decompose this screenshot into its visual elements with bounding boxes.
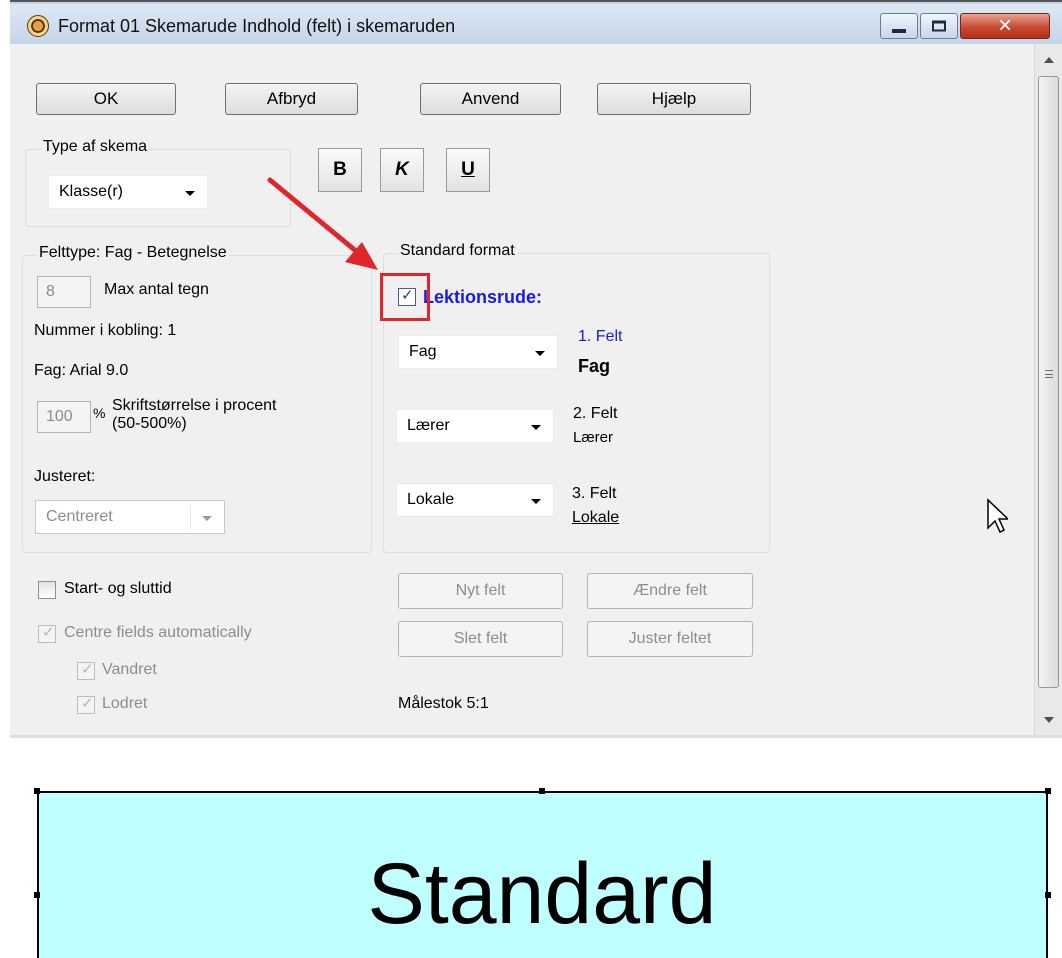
adjust-field-button[interactable]: Juster feltet xyxy=(587,621,753,657)
chevron-down-icon xyxy=(531,499,541,504)
checkmark-icon: ✓ xyxy=(81,694,94,712)
checkmark-icon: ✓ xyxy=(42,623,55,641)
delete-field-button[interactable]: Slet felt xyxy=(398,621,563,657)
alignment-label: Justeret: xyxy=(34,468,96,485)
scroll-up-button[interactable] xyxy=(1035,44,1062,74)
start-end-time-label: Start- og sluttid xyxy=(64,580,172,597)
resize-handle-top-right[interactable] xyxy=(1045,788,1051,794)
font-info-text: Fag: Arial 9.0 xyxy=(34,362,129,379)
scroll-down-button[interactable] xyxy=(1035,705,1062,735)
field-1-number: 1. Felt xyxy=(578,328,623,345)
vertical-scrollbar[interactable] xyxy=(1034,44,1062,735)
close-button[interactable]: ✕ xyxy=(960,13,1050,39)
field-2-select[interactable]: Lærer xyxy=(396,409,554,443)
font-size-percent-field[interactable]: 100 xyxy=(37,401,91,433)
ok-button[interactable]: OK xyxy=(36,83,176,115)
resize-handle-middle-right[interactable] xyxy=(1045,892,1051,898)
chevron-down-icon xyxy=(202,516,212,521)
change-field-button[interactable]: Ændre felt xyxy=(587,573,753,609)
field-3-number: 3. Felt xyxy=(572,485,617,502)
annotation-highlight-box xyxy=(380,273,430,321)
minimize-button[interactable] xyxy=(880,13,918,39)
schedule-type-select[interactable]: Klasse(r) xyxy=(48,175,208,209)
mouse-cursor-icon xyxy=(987,498,1008,534)
alignment-select: Centreret xyxy=(35,500,225,534)
help-button[interactable]: Hjælp xyxy=(597,83,751,115)
chevron-down-icon xyxy=(535,351,545,356)
font-size-label-line2: (50-500%) xyxy=(112,415,187,432)
bold-button[interactable]: B xyxy=(318,148,362,192)
arrow-up-icon xyxy=(1044,57,1054,63)
field-1-value: Fag xyxy=(409,343,437,360)
field-1-select[interactable]: Fag xyxy=(398,335,558,369)
horizontal-checkbox: ✓ xyxy=(77,660,95,680)
percent-sign: % xyxy=(93,405,106,421)
vertical-checkbox: ✓ xyxy=(77,694,95,714)
italic-button[interactable]: K xyxy=(380,148,424,192)
minimize-icon xyxy=(892,29,906,33)
underline-button[interactable]: U xyxy=(446,148,490,192)
cancel-button[interactable]: Afbryd xyxy=(225,83,358,115)
new-field-button[interactable]: Nyt felt xyxy=(398,573,563,609)
field-3-name: Lokale xyxy=(572,509,620,526)
field-type-title: Felttype: Fag - Betegnelse xyxy=(37,244,229,262)
max-chars-label: Max antal tegn xyxy=(104,281,209,298)
font-size-label: Skriftstørrelse i procent (50-500%) xyxy=(112,397,276,433)
field-3-value: Lokale xyxy=(407,491,455,508)
maximize-icon xyxy=(932,20,946,32)
resize-handle-top-left[interactable] xyxy=(34,788,40,794)
max-chars-field[interactable]: 8 xyxy=(37,276,91,308)
standard-format-title: Standard format xyxy=(398,242,517,260)
horizontal-label: Vandret xyxy=(102,661,157,678)
field-3-select[interactable]: Lokale xyxy=(396,483,554,517)
app-clock-icon xyxy=(27,15,49,37)
lesson-label: Lektionsrude: xyxy=(423,287,543,307)
resize-handle-middle-left[interactable] xyxy=(34,892,40,898)
scroll-thumb[interactable] xyxy=(1038,76,1059,688)
field-1-name: Fag xyxy=(578,356,611,376)
start-end-time-checkbox[interactable] xyxy=(38,581,56,599)
combo-separator xyxy=(190,505,191,529)
resize-handle-top-middle[interactable] xyxy=(539,788,545,794)
chevron-down-icon xyxy=(185,191,195,196)
checkmark-icon: ✓ xyxy=(81,660,94,678)
close-icon: ✕ xyxy=(997,15,1013,37)
schedule-type-value: Klasse(r) xyxy=(59,183,124,200)
chevron-down-icon xyxy=(531,425,541,430)
arrow-down-icon xyxy=(1044,717,1054,723)
window-title: Format 01 Skemarude Indhold (felt) i ske… xyxy=(58,16,456,36)
centre-fields-checkbox: ✓ xyxy=(38,623,56,643)
schedule-type-title: Type af skema xyxy=(41,138,150,156)
centre-fields-label: Centre fields automatically xyxy=(64,624,252,641)
grip-icon xyxy=(1045,370,1053,378)
maximize-button[interactable] xyxy=(920,13,958,39)
scale-text: Målestok 5:1 xyxy=(398,695,489,712)
coupling-number-text: Nummer i kobling: 1 xyxy=(34,322,177,339)
apply-button[interactable]: Anvend xyxy=(420,83,561,115)
preview-text: Standard xyxy=(367,846,717,942)
field-2-name: Lærer xyxy=(573,429,614,446)
font-size-label-line1: Skriftstørrelse i procent xyxy=(112,397,277,414)
title-bar[interactable]: Format 01 Skemarude Indhold (felt) i ske… xyxy=(10,4,1062,46)
field-2-value: Lærer xyxy=(407,417,450,434)
vertical-label: Lodret xyxy=(102,695,148,712)
field-2-number: 2. Felt xyxy=(573,405,618,422)
alignment-value: Centreret xyxy=(46,508,113,525)
